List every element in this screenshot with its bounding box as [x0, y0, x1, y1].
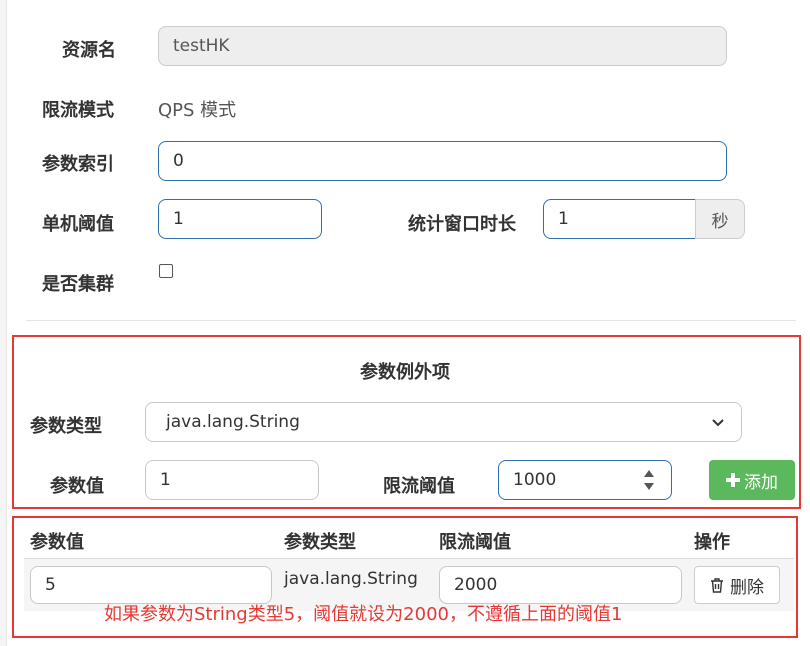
plus-icon — [726, 473, 740, 487]
param-value-input[interactable]: 1 — [145, 460, 319, 500]
spinner-up-icon[interactable] — [644, 470, 654, 477]
exception-threshold-input[interactable]: 1000 — [498, 460, 672, 500]
param-index-label: 参数索引 — [42, 154, 114, 175]
add-button-label: 添加 — [744, 472, 778, 493]
row-param-type: java.lang.String — [284, 569, 418, 589]
th-param-type: 参数类型 — [284, 532, 356, 553]
annotation-note: 如果参数为String类型5，阈值就设为2000，不遵循上面的阈值1 — [104, 604, 623, 625]
param-value-label: 参数值 — [50, 476, 104, 497]
section-divider — [26, 320, 796, 321]
delete-button-label: 删除 — [730, 577, 764, 598]
param-type-label: 参数类型 — [30, 416, 102, 437]
param-type-selected: java.lang.String — [166, 412, 300, 432]
chevron-down-icon — [712, 419, 724, 427]
param-type-select[interactable]: java.lang.String — [145, 402, 742, 442]
delete-row-button[interactable]: 删除 — [694, 566, 780, 604]
single-threshold-label: 单机阈值 — [42, 214, 114, 235]
limit-mode-value: QPS 模式 — [158, 100, 237, 121]
window-unit-addon: 秒 — [695, 199, 745, 239]
trash-icon — [711, 577, 723, 593]
cluster-checkbox[interactable] — [159, 264, 173, 278]
window-label: 统计窗口时长 — [408, 214, 516, 235]
exceptions-title: 参数例外项 — [360, 362, 450, 383]
row-threshold-input[interactable]: 2000 — [439, 566, 682, 604]
th-action: 操作 — [694, 532, 730, 553]
number-spinner[interactable] — [641, 470, 657, 490]
th-param-value: 参数值 — [30, 532, 84, 553]
param-index-input[interactable]: 0 — [158, 141, 727, 181]
th-threshold: 限流阈值 — [439, 532, 511, 553]
resource-name-label: 资源名 — [62, 40, 116, 61]
exception-threshold-value: 1000 — [513, 470, 557, 490]
add-exception-button[interactable]: 添加 — [709, 460, 795, 500]
spinner-down-icon[interactable] — [644, 483, 654, 490]
window-input[interactable]: 1 — [543, 199, 696, 239]
resource-name-field: testHK — [158, 26, 727, 66]
limit-mode-label: 限流模式 — [42, 100, 114, 121]
exception-threshold-label: 限流阈值 — [383, 476, 455, 497]
single-threshold-input[interactable]: 1 — [158, 199, 322, 239]
cluster-label: 是否集群 — [42, 274, 114, 295]
row-param-value-input[interactable]: 5 — [30, 566, 272, 604]
